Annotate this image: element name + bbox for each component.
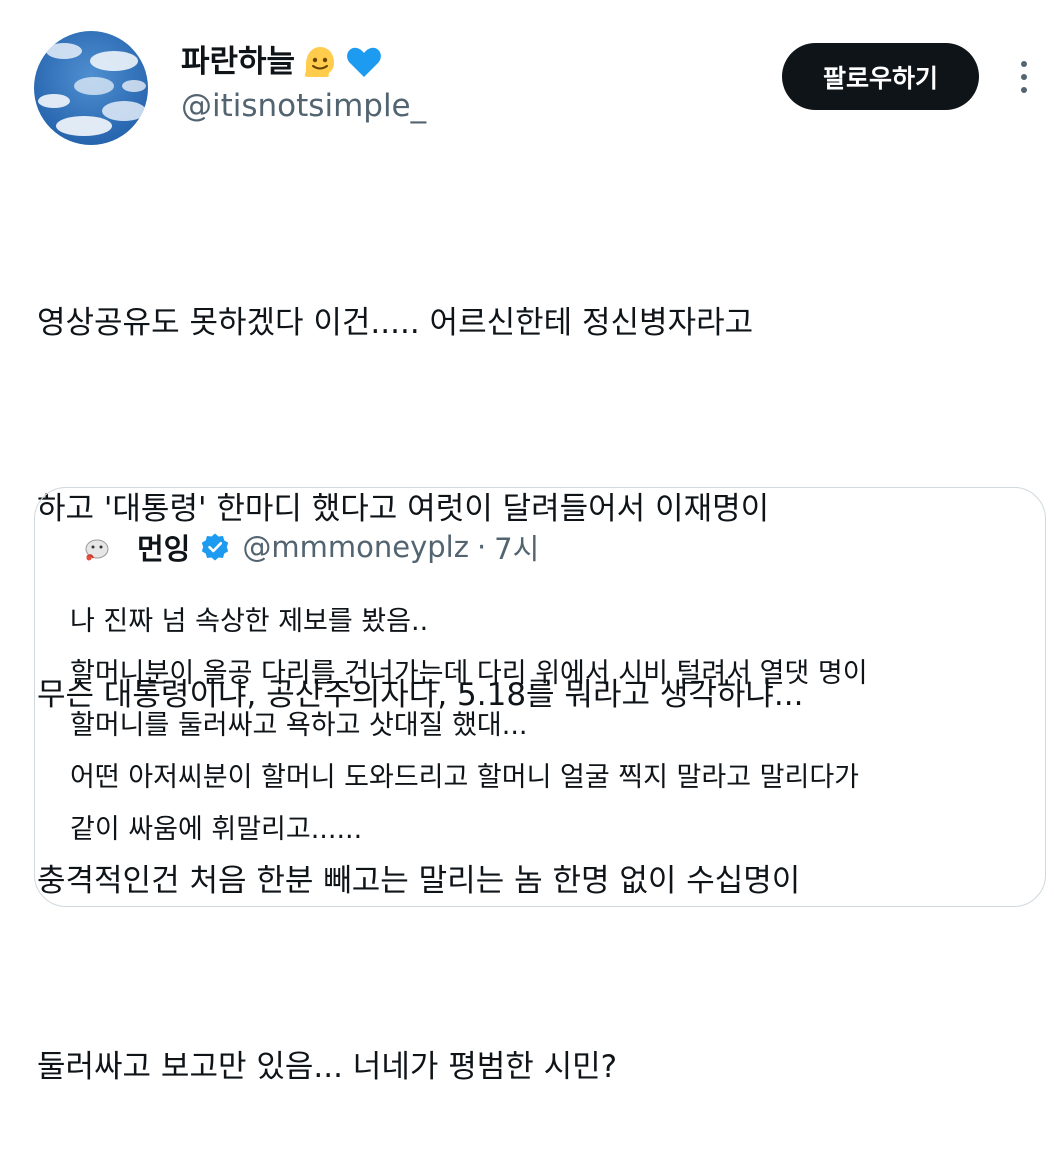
quote-line: 할머니를 둘러싸고 욕하고 삿대질 했대... [70, 710, 528, 741]
author-info: 파란하늘 @itisnotsimple_ [181, 40, 426, 128]
more-vertical-icon[interactable] [1010, 58, 1038, 98]
quoted-tweet-text: 나 진짜 넘 속상한 제보를 봤음.. 할머니분이 올공 다리를 건너가는데 다… [70, 596, 1030, 856]
author-avatar[interactable] [34, 31, 148, 145]
blue-heart-emoji-icon [345, 43, 383, 81]
melting-face-emoji-icon [301, 43, 339, 81]
author-name-text: 파란하늘 [181, 44, 296, 80]
tweet-line: 둘러싸고 보고만 있음... 너네가 평범한 시민? [37, 1049, 618, 1085]
quote-line: 같이 싸움에 휘말리고...... [70, 814, 363, 845]
quoted-author-name[interactable]: 먼잉 [137, 526, 190, 568]
quote-line: 할머니분이 올공 다리를 건너가는데 다리 위에서 시비 털려서 열댓 명이 [70, 658, 868, 689]
quoted-tweet-header: 먼잉 @mmmoneyplz · 7시 [79, 526, 539, 568]
verified-badge-icon [200, 532, 230, 562]
character-avatar-icon [79, 529, 115, 565]
meta-separator: · [476, 530, 487, 564]
quoted-tweet-card[interactable]: 먼잉 @mmmoneyplz · 7시 나 진짜 넘 속상한 제보를 봤음.. … [34, 487, 1046, 907]
tweet-line: 영상공유도 못하겠다 이건..... 어르신한테 정신병자라고 [37, 305, 754, 341]
author-display-name[interactable]: 파란하늘 [181, 40, 426, 84]
quoted-author-avatar[interactable] [79, 529, 115, 565]
follow-button[interactable]: 팔로우하기 [782, 43, 979, 110]
quote-line: 어떤 아저씨분이 할머니 도와드리고 할머니 얼굴 찍지 말라고 말리다가 [70, 762, 860, 793]
tweet-header: 파란하늘 @itisnotsimple_ 팔로우하기 [0, 0, 1054, 150]
quoted-tweet-time[interactable]: 7시 [494, 526, 539, 568]
quote-line: 나 진짜 넘 속상한 제보를 봤음.. [70, 606, 429, 637]
sky-clouds-avatar-icon [34, 31, 148, 145]
author-handle[interactable]: @itisnotsimple_ [181, 84, 426, 128]
quoted-author-handle[interactable]: @mmmoneyplz [242, 530, 469, 564]
